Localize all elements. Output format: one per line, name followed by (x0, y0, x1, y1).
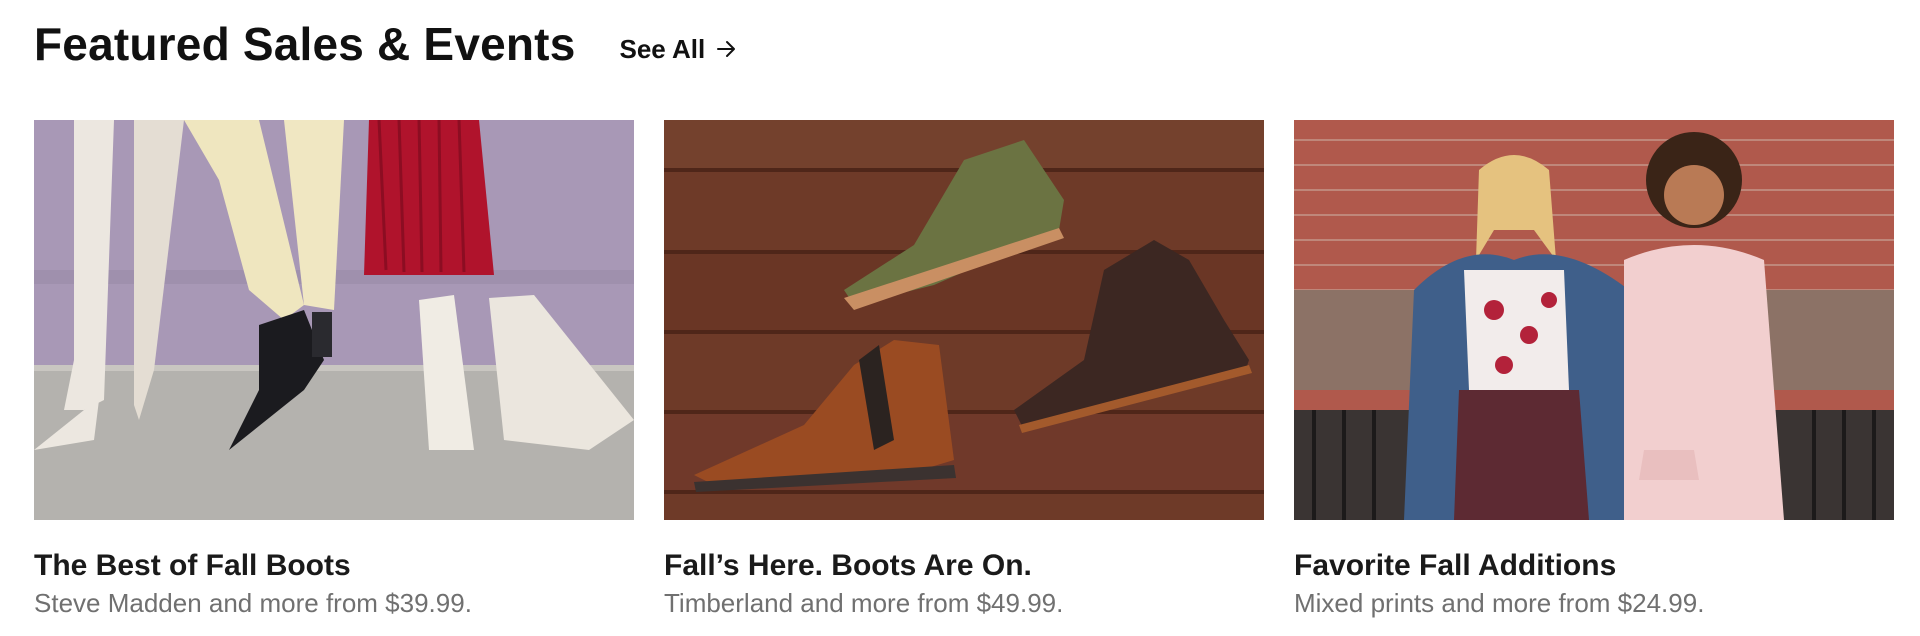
card-title: Favorite Fall Additions (1294, 549, 1617, 582)
boots-on-wood-floor-photo[interactable] (664, 120, 1264, 520)
see-all-link[interactable]: See All (619, 34, 737, 65)
card-subtitle: Steve Madden and more from $39.99. (34, 588, 472, 618)
section-title: Featured Sales & Events (34, 18, 576, 70)
featured-cards: The Best of Fall Boots Steve Madden and … (34, 120, 1894, 620)
two-women-brick-wall-photo[interactable] (1294, 120, 1894, 520)
featured-card-boots-on[interactable]: Fall’s Here. Boots Are On. Timberland an… (664, 120, 1264, 620)
featured-card-fall-boots[interactable]: The Best of Fall Boots Steve Madden and … (34, 120, 634, 620)
fall-boots-legs-photo[interactable] (34, 120, 634, 520)
card-title: Fall’s Here. Boots Are On. (664, 549, 1032, 582)
card-subtitle: Mixed prints and more from $24.99. (1294, 588, 1705, 618)
see-all-label: See All (619, 33, 706, 64)
arrow-right-icon (717, 41, 736, 57)
card-subtitle: Timberland and more from $49.99. (664, 588, 1064, 618)
card-title: The Best of Fall Boots (34, 549, 351, 582)
section-header: Featured Sales & Events See All (34, 6, 737, 82)
featured-card-fall-additions[interactable]: Favorite Fall Additions Mixed prints and… (1294, 120, 1894, 620)
